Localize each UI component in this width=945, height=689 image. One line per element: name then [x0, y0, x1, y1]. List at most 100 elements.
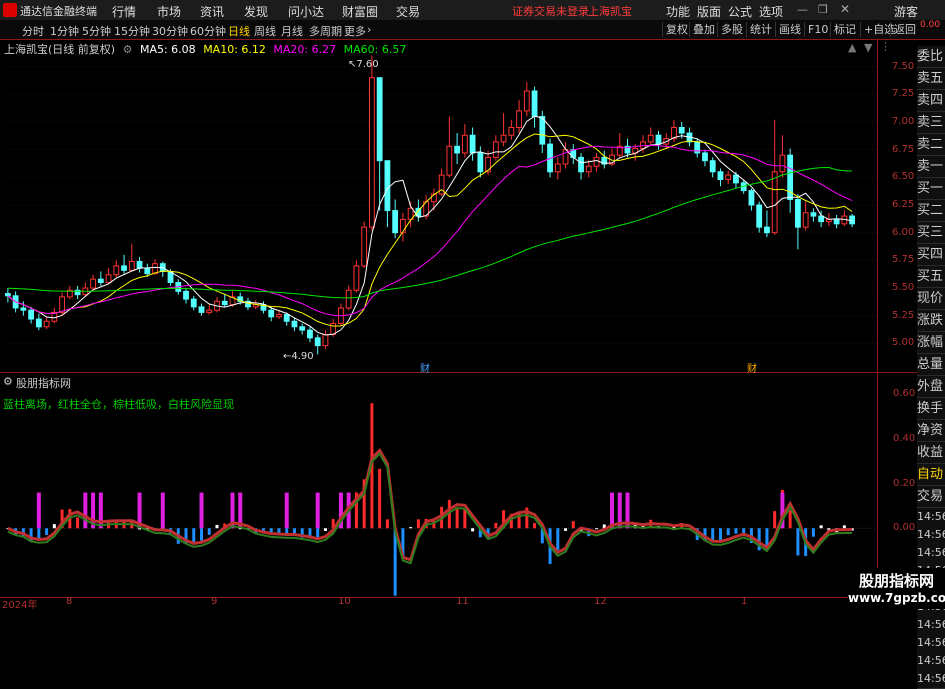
candle [4, 288, 11, 303]
quote-field-label[interactable]: 卖一 [917, 156, 945, 178]
signal-bar [160, 492, 165, 529]
menu-function[interactable]: 功能 [666, 3, 690, 20]
quote-field-label[interactable]: 买三 [917, 222, 945, 244]
period-timeshare[interactable]: 分时 [22, 23, 44, 39]
period-5min[interactable]: 5分钟 [82, 23, 111, 39]
quote-field-label[interactable]: 自动 [917, 464, 945, 486]
date-tick-label: 1 [741, 596, 748, 607]
quote-field-label[interactable]: 现价 [917, 288, 945, 310]
kline-chart[interactable] [0, 40, 917, 600]
quote-field-label[interactable]: 交易 [917, 486, 945, 508]
quote-field-label[interactable]: 净资 [917, 420, 945, 442]
period-daily[interactable]: 日线 [228, 23, 250, 39]
candle [647, 127, 654, 147]
period-15min[interactable]: 15分钟 [114, 23, 150, 39]
indicator-bar [726, 528, 730, 536]
candle [361, 221, 368, 269]
signal-bar [315, 492, 320, 529]
finance-marker-2[interactable]: 财 [747, 360, 757, 375]
tool-mark[interactable]: 标记 [830, 22, 859, 37]
trade-time: 14:56 [917, 508, 945, 527]
indicator-settings-icon[interactable]: ⚙ [3, 375, 13, 388]
tool-overlay[interactable]: 叠加 [689, 22, 718, 37]
menu-formula[interactable]: 公式 [728, 3, 752, 20]
period-60min[interactable]: 60分钟 [190, 23, 226, 39]
ma5-line [7, 115, 853, 336]
candle [399, 212, 406, 242]
candle [353, 260, 360, 293]
candle [717, 168, 724, 187]
candle [531, 86, 538, 128]
guest-label[interactable]: 游客 [894, 3, 918, 20]
quote-field-label[interactable]: 委比 [917, 46, 945, 68]
quote-field-label[interactable]: 买二 [917, 200, 945, 222]
quote-field-label[interactable]: 涨跌 [917, 310, 945, 332]
quote-side-panel: 委比 卖五 卖四 卖三 卖二 卖一 买一 买二 买三 买四 买五 现价 涨跌 涨幅 总量 外盘 换手 净资 收益 自动… [917, 40, 945, 689]
quote-field-label[interactable]: 外盘 [917, 376, 945, 398]
restore-icon[interactable]: ❐ [818, 3, 828, 16]
period-monthly[interactable]: 月线 [281, 23, 303, 39]
panel-divider [0, 372, 917, 373]
signal-bar [199, 492, 204, 529]
menu-news[interactable]: 资讯 [200, 3, 224, 20]
indicator-bar [734, 528, 738, 534]
candle [779, 135, 786, 178]
quote-field-label[interactable]: 买五 [917, 266, 945, 288]
indicator-bar [200, 528, 204, 541]
candle [338, 303, 344, 326]
menu-market[interactable]: 市场 [157, 3, 181, 20]
corner-value: 0.00 [920, 20, 941, 30]
quote-field-label[interactable]: 卖五 [917, 68, 945, 90]
chevron-right-icon[interactable]: › [367, 23, 371, 36]
menu-trade[interactable]: 交易 [396, 3, 420, 20]
period-multi[interactable]: 多周期 [309, 23, 342, 39]
quote-field-label[interactable]: 卖三 [917, 112, 945, 134]
candle [384, 160, 391, 228]
quote-field-label[interactable]: 买四 [917, 244, 945, 266]
quote-field-label[interactable]: 换手 [917, 398, 945, 420]
period-1min[interactable]: 1分钟 [50, 23, 79, 39]
menu-bar: 通达信金融终端 行情 市场 资讯 发现 问小达 财富圈 交易 证券交易未登录 上… [0, 0, 945, 21]
tool-adjust[interactable]: 复权 [662, 22, 691, 37]
candle [748, 188, 755, 211]
tool-f10[interactable]: F10 [804, 22, 831, 37]
indicator-wave-down [7, 452, 853, 565]
quote-field-label[interactable]: 卖二 [917, 134, 945, 156]
tool-stats[interactable]: 统计 [746, 22, 775, 37]
candle [446, 116, 453, 178]
minimize-icon[interactable]: — [797, 3, 808, 16]
price-tick-label: 7.50 [892, 60, 915, 72]
ma10-line [7, 133, 853, 327]
period-30min[interactable]: 30分钟 [152, 23, 188, 39]
indicator-bar [385, 519, 389, 529]
indicator-tick-label: 0.00 [893, 522, 916, 534]
quote-field-label[interactable]: 收益 [917, 442, 945, 464]
menu-quotes[interactable]: 行情 [112, 3, 136, 20]
candle [113, 260, 120, 277]
period-weekly[interactable]: 周线 [254, 23, 276, 39]
menu-discover[interactable]: 发现 [244, 3, 268, 20]
menu-wealth[interactable]: 财富圈 [342, 3, 378, 20]
price-tick-label: 5.25 [892, 309, 915, 321]
menu-ask[interactable]: 问小达 [288, 3, 324, 20]
quote-field-label[interactable]: 涨幅 [917, 332, 945, 354]
candle [764, 210, 770, 238]
indicator-tick-label: 0.40 [893, 433, 916, 445]
quote-field-label[interactable]: 买一 [917, 178, 945, 200]
period-more[interactable]: 更多 [344, 23, 366, 39]
candle [709, 157, 716, 178]
menu-layout[interactable]: 版面 [697, 3, 721, 20]
close-icon[interactable]: ✕ [840, 2, 850, 16]
menu-options[interactable]: 选项 [759, 3, 783, 20]
candle [523, 82, 530, 117]
finance-marker[interactable]: 财 [420, 360, 430, 375]
candle [454, 133, 461, 165]
quote-field-label[interactable]: 总量 [917, 354, 945, 376]
login-status[interactable]: 证券交易未登录 [512, 3, 589, 19]
candle [128, 243, 135, 272]
tool-multi-stock[interactable]: 多股 [717, 22, 746, 37]
quote-field-label[interactable]: 卖四 [917, 90, 945, 112]
tool-back[interactable]: 返回 [890, 22, 919, 37]
trade-time: 14:56 [917, 670, 945, 689]
tool-draw[interactable]: 画线 [775, 22, 804, 37]
